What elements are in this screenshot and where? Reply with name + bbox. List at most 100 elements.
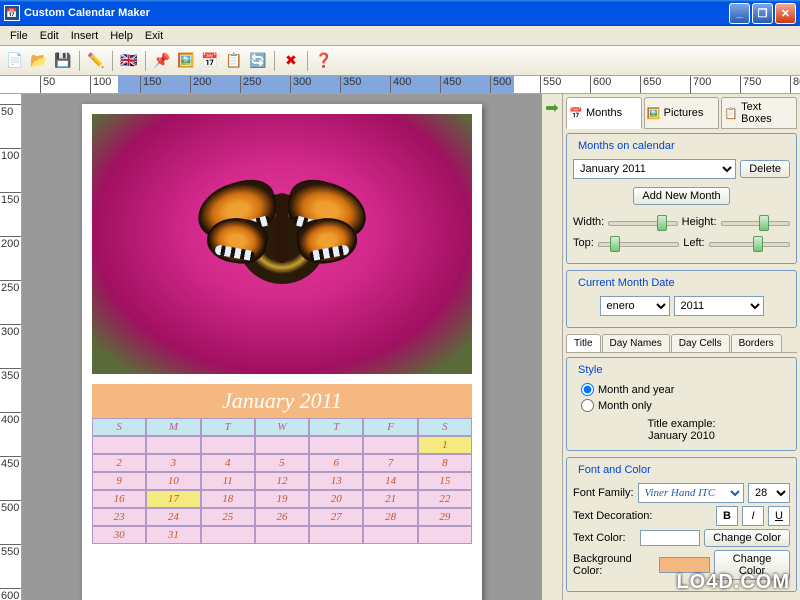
month-select[interactable]: January 2011 xyxy=(573,159,736,179)
calendar-day-cell[interactable]: 17 xyxy=(146,490,200,508)
menu-file[interactable]: File xyxy=(4,28,34,44)
minimize-button[interactable]: _ xyxy=(729,3,750,24)
calendar-day-cell[interactable] xyxy=(146,436,200,454)
calendar-day-cell[interactable]: 19 xyxy=(255,490,309,508)
calendar-page[interactable]: January 2011 SMTWTFS12345678910111213141… xyxy=(82,104,482,600)
maximize-button[interactable]: ❐ xyxy=(752,3,773,24)
flag-button[interactable]: 🇬🇧 xyxy=(118,50,140,72)
calendar-day-cell[interactable]: 3 xyxy=(146,454,200,472)
calendar-day-cell[interactable]: 11 xyxy=(201,472,255,490)
calendar-day-cell[interactable]: 12 xyxy=(255,472,309,490)
calendar-day-cell[interactable]: 18 xyxy=(201,490,255,508)
calendar-day-cell[interactable] xyxy=(255,436,309,454)
calendar-day-cell[interactable] xyxy=(92,436,146,454)
calendar-photo[interactable] xyxy=(92,114,472,374)
calendar-day-cell[interactable]: 30 xyxy=(92,526,146,544)
calendar-day-cell[interactable]: 1 xyxy=(418,436,472,454)
calendar-button[interactable]: 📅 xyxy=(199,50,221,72)
calendar-day-cell[interactable]: 22 xyxy=(418,490,472,508)
tab-textboxes[interactable]: 📋Text Boxes xyxy=(721,97,797,129)
calendar-day-cell[interactable] xyxy=(363,436,417,454)
calendar-day-cell[interactable]: 9 xyxy=(92,472,146,490)
italic-button[interactable]: I xyxy=(742,506,764,526)
calendar-day-cell[interactable]: 26 xyxy=(255,508,309,526)
menu-insert[interactable]: Insert xyxy=(65,28,105,44)
calendar-day-cell[interactable] xyxy=(201,526,255,544)
menu-help[interactable]: Help xyxy=(104,28,139,44)
calendar-day-cell[interactable]: 8 xyxy=(418,454,472,472)
add-new-month-button[interactable]: Add New Month xyxy=(633,187,729,205)
calendar-grid-container[interactable]: January 2011 SMTWTFS12345678910111213141… xyxy=(92,384,472,594)
open-button[interactable]: 📂 xyxy=(28,50,50,72)
edit-button[interactable]: ✏️ xyxy=(85,50,107,72)
calendar-day-cell[interactable]: 13 xyxy=(309,472,363,490)
calendar-day-cell[interactable]: 24 xyxy=(146,508,200,526)
calendar-day-cell[interactable]: 14 xyxy=(363,472,417,490)
height-slider[interactable] xyxy=(721,213,790,231)
calendar-day-header: W xyxy=(255,418,309,436)
calendar-day-cell[interactable] xyxy=(363,526,417,544)
refresh-button[interactable]: 🔄 xyxy=(247,50,269,72)
save-button[interactable]: 💾 xyxy=(52,50,74,72)
calendar-day-cell[interactable]: 23 xyxy=(92,508,146,526)
bold-button[interactable]: B xyxy=(716,506,738,526)
pin-button[interactable]: 📌 xyxy=(151,50,173,72)
menu-exit[interactable]: Exit xyxy=(139,28,169,44)
calendar-day-cell[interactable]: 10 xyxy=(146,472,200,490)
subtab-daycells[interactable]: Day Cells xyxy=(671,334,730,352)
calendar-day-cell[interactable] xyxy=(309,436,363,454)
calendar-day-header: S xyxy=(92,418,146,436)
calendar-day-cell[interactable]: 4 xyxy=(201,454,255,472)
text-decoration-label: Text Decoration: xyxy=(573,510,652,522)
new-button[interactable]: 📄 xyxy=(4,50,26,72)
calendar-day-cell[interactable]: 29 xyxy=(418,508,472,526)
calendar-day-cell[interactable]: 7 xyxy=(363,454,417,472)
calendar-day-header: T xyxy=(201,418,255,436)
delete-month-button[interactable]: Delete xyxy=(740,160,790,178)
subtab-daynames[interactable]: Day Names xyxy=(602,334,670,352)
picture-button[interactable]: 🖼️ xyxy=(175,50,197,72)
calendar-day-cell[interactable]: 31 xyxy=(146,526,200,544)
calendar-day-cell[interactable] xyxy=(201,436,255,454)
calendar-day-cell[interactable] xyxy=(255,526,309,544)
calendar-day-cell[interactable]: 27 xyxy=(309,508,363,526)
calendar-day-cell[interactable] xyxy=(309,526,363,544)
delete-button[interactable]: ✖ xyxy=(280,50,302,72)
change-text-color-button[interactable]: Change Color xyxy=(704,529,790,547)
subtab-borders[interactable]: Borders xyxy=(731,334,782,352)
tab-pictures[interactable]: 🖼️Pictures xyxy=(644,97,720,129)
tab-months[interactable]: 📅Months xyxy=(566,97,642,129)
calendar-day-cell[interactable]: 25 xyxy=(201,508,255,526)
radio-month-only[interactable] xyxy=(581,399,594,412)
left-slider[interactable] xyxy=(709,234,790,252)
calendar-day-cell[interactable]: 15 xyxy=(418,472,472,490)
width-slider[interactable] xyxy=(608,213,677,231)
radio-month-year[interactable] xyxy=(581,383,594,396)
top-slider[interactable] xyxy=(598,234,679,252)
calendar-day-cell[interactable]: 28 xyxy=(363,508,417,526)
calendar-day-header: M xyxy=(146,418,200,436)
text-color-swatch xyxy=(640,530,700,546)
calendar-day-cell[interactable]: 5 xyxy=(255,454,309,472)
window-title: Custom Calendar Maker xyxy=(24,7,150,19)
calendar-day-cell[interactable]: 6 xyxy=(309,454,363,472)
calendar-day-header: F xyxy=(363,418,417,436)
note-button[interactable]: 📋 xyxy=(223,50,245,72)
font-size-select[interactable]: 28 xyxy=(748,483,790,503)
close-button[interactable]: ✕ xyxy=(775,3,796,24)
calendar-day-cell[interactable]: 16 xyxy=(92,490,146,508)
help-button[interactable]: ❓ xyxy=(313,50,335,72)
calendar-day-cell[interactable]: 2 xyxy=(92,454,146,472)
calendar-day-cell[interactable]: 20 xyxy=(309,490,363,508)
font-family-select[interactable]: Viner Hand ITC xyxy=(638,483,744,503)
underline-button[interactable]: U xyxy=(768,506,790,526)
canvas[interactable]: January 2011 SMTWTFS12345678910111213141… xyxy=(22,94,542,600)
menu-edit[interactable]: Edit xyxy=(34,28,65,44)
current-year-select[interactable]: 2011 xyxy=(674,296,764,316)
calendar-day-cell[interactable]: 21 xyxy=(363,490,417,508)
properties-panel: 📅Months 🖼️Pictures 📋Text Boxes Months on… xyxy=(562,94,800,600)
current-month-select[interactable]: enero xyxy=(600,296,670,316)
app-icon: 📅 xyxy=(4,5,20,21)
subtab-title[interactable]: Title xyxy=(566,334,601,352)
calendar-day-cell[interactable] xyxy=(418,526,472,544)
